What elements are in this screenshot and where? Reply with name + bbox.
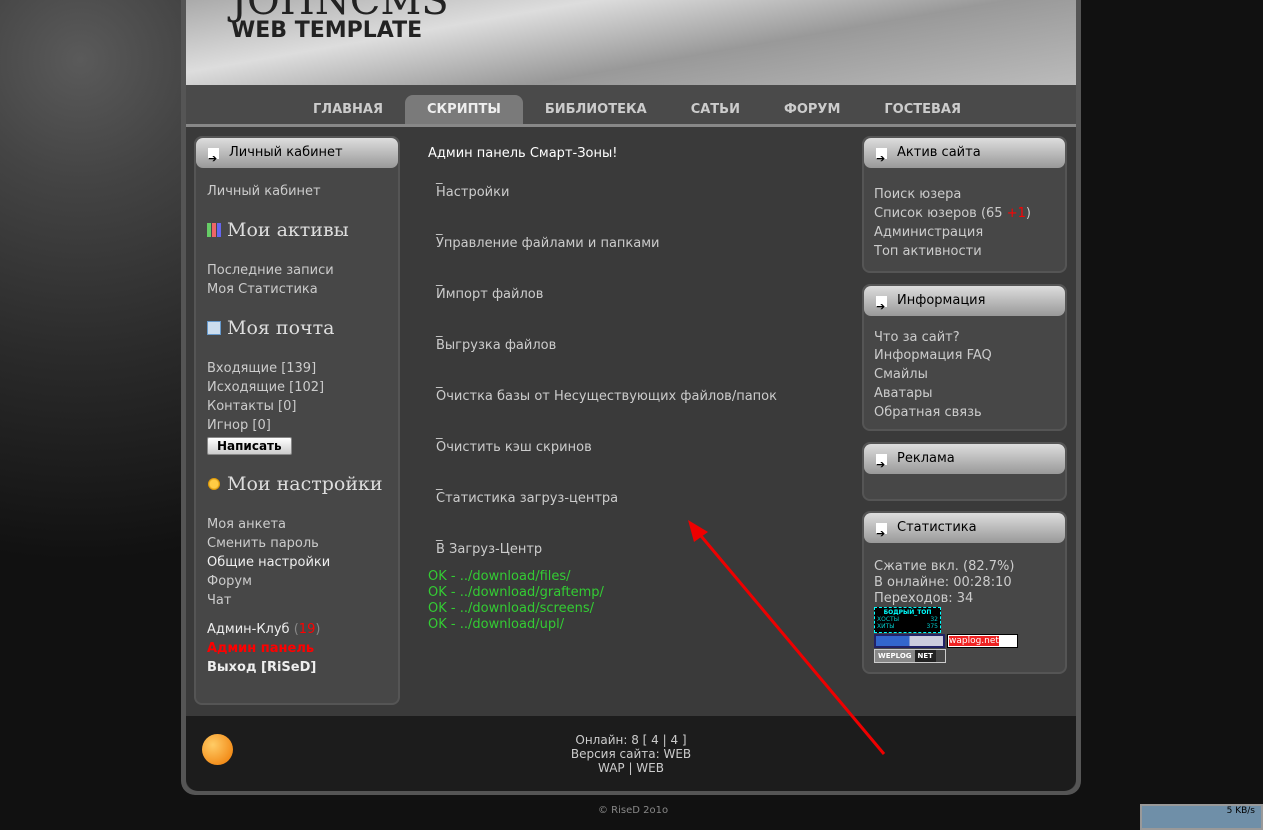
network-tray: 5 KB/s	[1140, 804, 1263, 830]
red-arrow-annotation	[688, 520, 886, 755]
